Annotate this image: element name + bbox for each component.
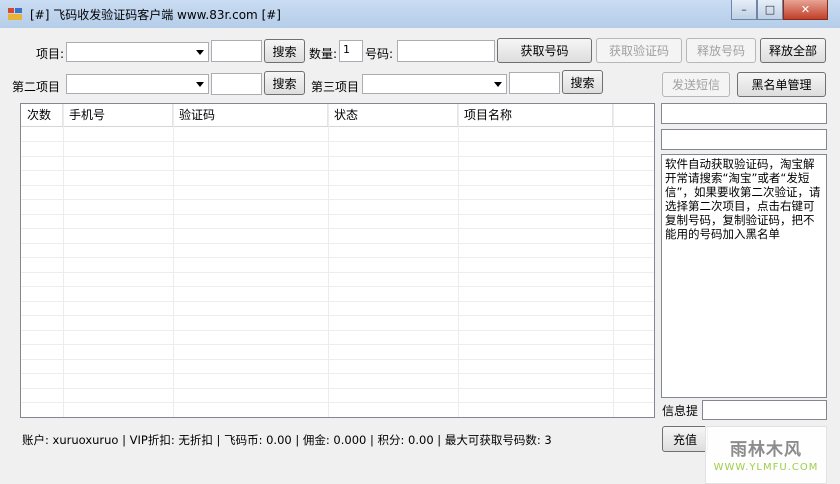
chevron-down-icon: [494, 82, 502, 87]
side-field-2[interactable]: [661, 129, 827, 150]
watermark-sub-text: WWW.YLMFU.COM: [713, 462, 819, 473]
project-search-button[interactable]: 搜索: [264, 39, 305, 63]
notice-textbox[interactable]: 软件自动获取验证码，淘宝解开常请搜索“淘宝”或者“发短信”，如果要收第二次验证，…: [661, 154, 827, 398]
chevron-down-icon: [196, 50, 204, 55]
project2-search-button[interactable]: 搜索: [264, 71, 305, 95]
table-row: [21, 185, 654, 200]
table-row: [21, 171, 654, 186]
column-project-name[interactable]: 项目名称: [458, 104, 613, 126]
table-row: [21, 156, 654, 171]
main-window-client: 项目: 搜索 数量: 1 号码: 获取号码 获取验证码 释放号码 释放全部 第二…: [0, 28, 840, 484]
number-input[interactable]: [397, 40, 495, 62]
project-label: 项目:: [36, 47, 65, 61]
status-text: 账户: xuruoxuruo | VIP折扣: 无折扣 | 飞码币: 0.00 …: [22, 433, 552, 447]
table-row: [21, 229, 654, 244]
app-icon: [8, 8, 22, 20]
project-combobox[interactable]: [66, 42, 209, 62]
table-row: [21, 374, 654, 389]
column-code[interactable]: 验证码: [173, 104, 328, 126]
project2-combobox[interactable]: [66, 74, 209, 94]
column-phone[interactable]: 手机号: [63, 104, 173, 126]
project2-search-input[interactable]: [211, 73, 262, 95]
info-field[interactable]: [702, 400, 827, 420]
table-row: [21, 142, 654, 157]
project3-search-button[interactable]: 搜索: [562, 70, 603, 94]
minimize-button[interactable]: –: [731, 0, 757, 20]
table-row: [21, 243, 654, 258]
window-title: [#] 飞码收发验证码客户端 www.83r.com [#]: [30, 8, 281, 22]
table-row: [21, 258, 654, 273]
table-header: 次数 手机号 验证码 状态 项目名称: [21, 104, 654, 127]
table-row: [21, 388, 654, 403]
get-number-button[interactable]: 获取号码: [497, 38, 592, 63]
release-number-button[interactable]: 释放号码: [686, 38, 756, 63]
quantity-label: 数量:: [309, 47, 338, 61]
table-row: [21, 330, 654, 345]
table-row: [21, 316, 654, 331]
column-status[interactable]: 状态: [328, 104, 458, 126]
column-filler: [613, 104, 654, 126]
table-row: [21, 200, 654, 215]
project3-combobox[interactable]: [362, 74, 507, 94]
project3-search-input[interactable]: [509, 72, 560, 94]
results-table[interactable]: 次数 手机号 验证码 状态 项目名称: [20, 103, 655, 418]
project2-label: 第二项目: [12, 80, 61, 94]
maximize-button[interactable]: □: [757, 0, 783, 20]
table-row: [21, 403, 654, 417]
send-sms-button[interactable]: 发送短信: [662, 72, 730, 97]
quantity-input[interactable]: 1: [339, 40, 363, 62]
title-bar[interactable]: [#] 飞码收发验证码客户端 www.83r.com [#] – □ ✕: [0, 0, 840, 29]
recharge-button[interactable]: 充值: [662, 426, 708, 452]
watermark-main-text: 雨林木风: [730, 440, 802, 460]
watermark-logo: 雨林木风 WWW.YLMFU.COM: [705, 426, 827, 484]
table-row: [21, 214, 654, 229]
table-row: [21, 301, 654, 316]
info-label: 信息提: [662, 404, 699, 418]
project-search-input[interactable]: [211, 40, 262, 62]
blacklist-button[interactable]: 黑名单管理: [737, 72, 826, 97]
column-count[interactable]: 次数: [21, 104, 63, 126]
table-row: [21, 272, 654, 287]
side-field-1[interactable]: [661, 103, 827, 124]
number-label: 号码:: [365, 47, 394, 61]
table-row: [21, 287, 654, 302]
table-row: [21, 359, 654, 374]
project3-label: 第三项目: [311, 80, 360, 94]
table-row: [21, 127, 654, 142]
get-code-button[interactable]: 获取验证码: [596, 38, 682, 63]
release-all-button[interactable]: 释放全部: [760, 38, 826, 63]
close-button[interactable]: ✕: [783, 0, 828, 20]
table-row: [21, 345, 654, 360]
chevron-down-icon: [196, 82, 204, 87]
